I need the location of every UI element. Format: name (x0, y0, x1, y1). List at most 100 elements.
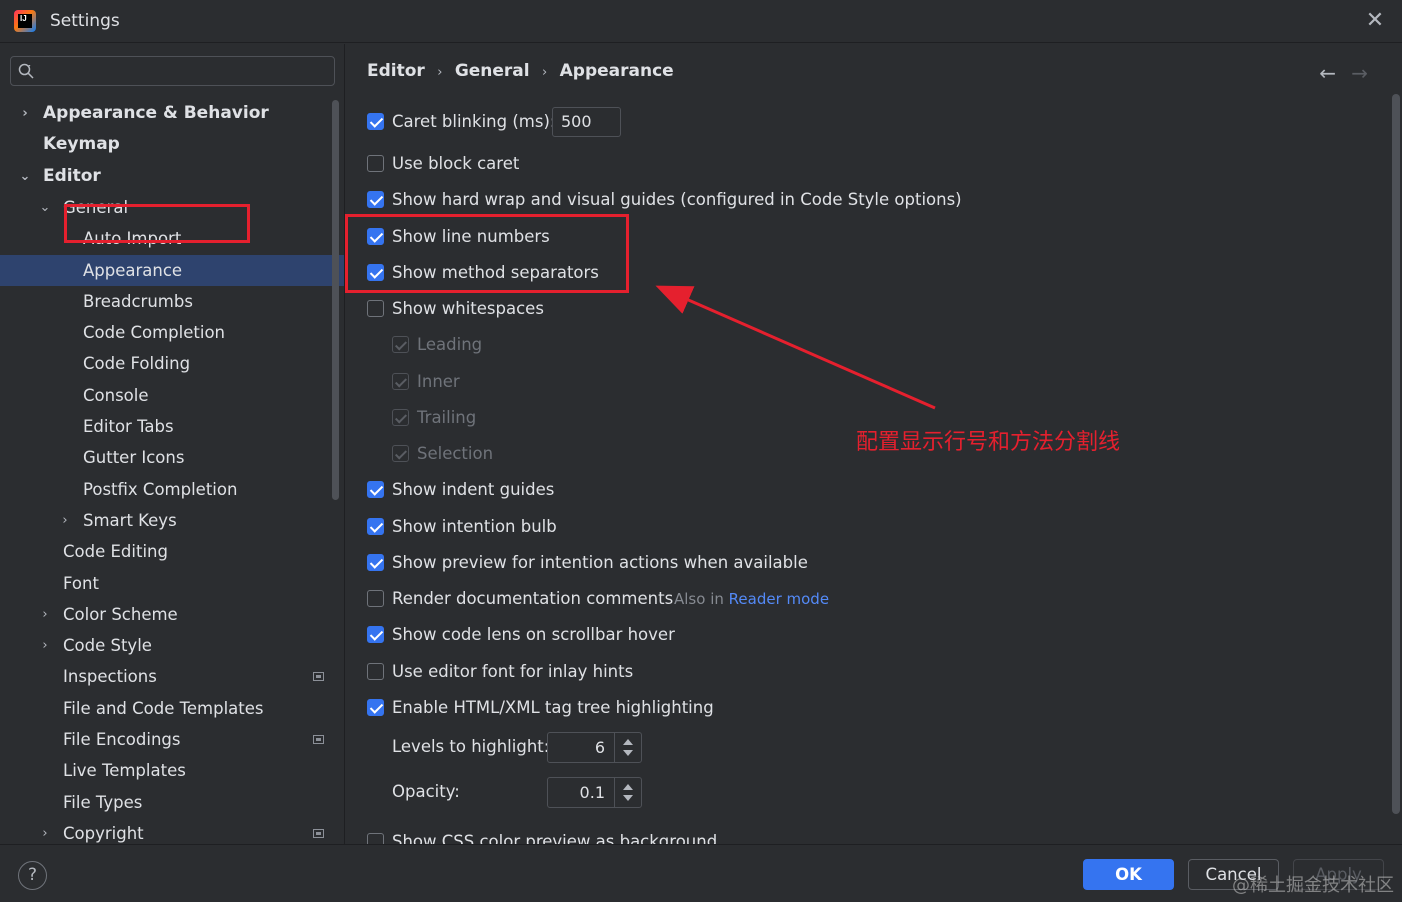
sidebar-item-label: Auto Import (83, 229, 182, 249)
tag-tree-label: Enable HTML/XML tag tree highlighting (392, 698, 714, 717)
opacity-spinner[interactable]: 0.1 (547, 777, 642, 808)
apply-button[interactable]: Apply (1293, 859, 1384, 890)
whitespaces-label: Show whitespaces (392, 299, 544, 318)
levels-value[interactable]: 6 (595, 733, 605, 762)
sidebar-item-breadcrumbs[interactable]: Breadcrumbs (0, 286, 344, 317)
sidebar-item-live-templates[interactable]: Live Templates (0, 755, 344, 786)
sidebar-item-postfix-completion[interactable]: Postfix Completion (0, 474, 344, 505)
sidebar-item-smart-keys[interactable]: › Smart Keys (0, 505, 344, 536)
intention-bulb-checkbox[interactable] (367, 518, 384, 535)
chevron-right-icon[interactable]: › (39, 630, 51, 661)
cancel-button[interactable]: Cancel (1188, 859, 1279, 890)
intention-preview-checkbox[interactable] (367, 554, 384, 571)
chevron-down-icon[interactable]: ⌄ (39, 192, 51, 223)
close-icon[interactable]: ✕ (1362, 8, 1388, 34)
sidebar-item-label: Live Templates (63, 761, 186, 781)
spinner-up-icon[interactable] (623, 784, 633, 790)
intellij-logo-icon: IJ (14, 10, 36, 32)
editor-font-inlay-checkbox[interactable] (367, 663, 384, 680)
sidebar-item-inspections[interactable]: Inspections (0, 661, 344, 692)
settings-sidebar: › Appearance & Behavior Keymap ⌄ Editor ⌄ Gene… (0, 44, 344, 844)
caret-blinking-checkbox[interactable] (367, 113, 384, 130)
sidebar-item-label: File Encodings (63, 730, 181, 749)
render-docs-checkbox[interactable] (367, 590, 384, 607)
sidebar-item-code-editing[interactable]: Code Editing (0, 536, 344, 567)
sidebar-scrollbar[interactable] (332, 100, 339, 500)
sidebar-item-label: Color Scheme (63, 604, 178, 624)
sidebar-item-editor[interactable]: ⌄ Editor (0, 161, 344, 192)
selection-checkbox (392, 445, 409, 462)
breadcrumb-general[interactable]: General (455, 61, 530, 81)
content-scrollbar[interactable] (1392, 94, 1400, 814)
sidebar-item-file-encodings[interactable]: File Encodings (0, 724, 344, 755)
levels-spinner-buttons[interactable] (614, 733, 641, 762)
search-box[interactable] (10, 56, 335, 86)
sidebar-item-label: Appearance (83, 260, 183, 280)
sidebar-item-label: Code Completion (83, 323, 225, 343)
forward-arrow-icon[interactable]: → (1351, 61, 1368, 85)
sidebar-item-font[interactable]: Font (0, 568, 344, 599)
project-settings-icon (313, 828, 324, 838)
block-caret-checkbox[interactable] (367, 155, 384, 172)
project-settings-icon (313, 735, 324, 744)
line-numbers-checkbox[interactable] (367, 228, 384, 245)
chevron-down-icon[interactable]: ⌄ (19, 161, 31, 192)
sidebar-item-code-completion[interactable]: Code Completion (0, 317, 344, 348)
breadcrumb: Editor › General › Appearance (367, 61, 674, 81)
breadcrumb-editor[interactable]: Editor (367, 61, 425, 81)
annotation-arrow-icon (655, 285, 936, 410)
breadcrumb-separator: › (437, 65, 443, 80)
sidebar-item-label: Console (83, 385, 149, 405)
spinner-down-icon[interactable] (623, 750, 633, 756)
sidebar-item-auto-import[interactable]: Auto Import (0, 223, 344, 254)
caret-blinking-label: Caret blinking (ms): (392, 112, 556, 131)
line-numbers-label: Show line numbers (392, 227, 550, 246)
sidebar-item-editor-tabs[interactable]: Editor Tabs (0, 411, 344, 442)
indent-guides-label: Show indent guides (392, 480, 555, 499)
logo-text: IJ (20, 14, 27, 23)
code-lens-label: Show code lens on scrollbar hover (392, 625, 675, 644)
sidebar-item-code-style[interactable]: › Code Style (0, 630, 344, 661)
chevron-right-icon[interactable]: › (59, 505, 71, 536)
sidebar-item-appearance-behavior[interactable]: › Appearance & Behavior (0, 98, 344, 129)
indent-guides-checkbox[interactable] (367, 481, 384, 498)
opacity-value[interactable]: 0.1 (580, 778, 605, 807)
caret-blinking-input[interactable]: 500 (552, 107, 621, 137)
reader-mode-hint: Also in Reader mode (674, 590, 829, 608)
intention-preview-label: Show preview for intention actions when … (392, 553, 808, 572)
whitespaces-checkbox[interactable] (367, 300, 384, 317)
spinner-down-icon[interactable] (623, 795, 633, 801)
sidebar-item-file-and-code-templates[interactable]: File and Code Templates (0, 693, 344, 724)
hard-wrap-checkbox[interactable] (367, 191, 384, 208)
opacity-spinner-buttons[interactable] (614, 778, 641, 807)
sidebar-item-appearance[interactable]: Appearance (0, 254, 344, 286)
sidebar-item-code-folding[interactable]: Code Folding (0, 348, 344, 379)
reader-mode-link[interactable]: Reader mode (729, 590, 829, 608)
settings-content: Editor › General › Appearance ← → Caret blin… (344, 44, 1402, 844)
back-arrow-icon[interactable]: ← (1319, 61, 1336, 85)
sidebar-item-console[interactable]: Console (0, 380, 344, 411)
sidebar-item-gutter-icons[interactable]: Gutter Icons (0, 442, 344, 473)
ok-button[interactable]: OK (1083, 859, 1174, 890)
sidebar-item-keymap[interactable]: Keymap (0, 129, 344, 160)
css-color-checkbox[interactable] (367, 833, 384, 844)
levels-spinner[interactable]: 6 (547, 732, 642, 763)
search-input[interactable] (47, 60, 327, 82)
chevron-right-icon[interactable]: › (19, 98, 31, 129)
code-lens-checkbox[interactable] (367, 626, 384, 643)
hard-wrap-label: Show hard wrap and visual guides (config… (392, 190, 962, 209)
method-separators-label: Show method separators (392, 263, 599, 282)
sidebar-item-label: Code Style (63, 636, 152, 656)
intention-bulb-label: Show intention bulb (392, 517, 557, 536)
help-icon[interactable]: ? (18, 861, 47, 890)
sidebar-item-general[interactable]: ⌄ General (0, 192, 344, 223)
sidebar-item-color-scheme[interactable]: › Color Scheme (0, 599, 344, 630)
method-separators-checkbox[interactable] (367, 264, 384, 281)
spinner-up-icon[interactable] (623, 739, 633, 745)
sidebar-item-label: Smart Keys (83, 510, 177, 530)
tag-tree-checkbox[interactable] (367, 699, 384, 716)
inner-checkbox (392, 373, 409, 390)
editor-font-inlay-label: Use editor font for inlay hints (392, 662, 634, 681)
sidebar-item-file-types[interactable]: File Types (0, 787, 344, 818)
chevron-right-icon[interactable]: › (39, 599, 51, 630)
